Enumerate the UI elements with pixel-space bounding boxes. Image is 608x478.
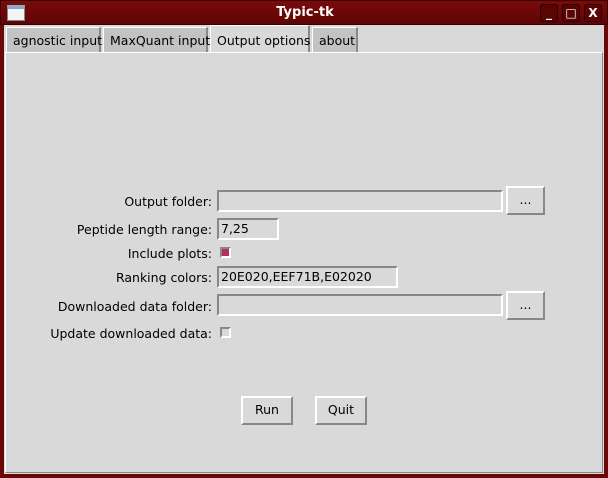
- include-plots-label: Include plots:: [127, 246, 212, 261]
- peptide-length-label: Peptide length range:: [76, 222, 212, 237]
- run-button[interactable]: Run: [241, 396, 293, 425]
- tab-output-options[interactable]: Output options: [210, 25, 310, 53]
- downloaded-folder-browse-button[interactable]: ...: [506, 291, 545, 320]
- title-bar[interactable]: Typic-tk _ □ X: [0, 0, 608, 25]
- tab-agnostic-input[interactable]: agnostic input: [6, 27, 102, 52]
- output-folder-browse-button[interactable]: ...: [506, 186, 545, 215]
- close-button[interactable]: X: [584, 4, 602, 22]
- output-folder-label: Output folder:: [124, 194, 212, 209]
- quit-button[interactable]: Quit: [315, 396, 367, 425]
- tab-maxquant-input[interactable]: MaxQuant input: [103, 27, 210, 52]
- tab-about[interactable]: about: [312, 27, 358, 52]
- peptide-length-input[interactable]: 7,25: [217, 218, 279, 240]
- downloaded-folder-input[interactable]: [217, 294, 503, 316]
- maximize-button[interactable]: □: [562, 4, 580, 22]
- window-title: Typic-tk: [276, 5, 334, 20]
- minimize-button[interactable]: _: [540, 4, 558, 22]
- ranking-colors-label: Ranking colors:: [115, 270, 212, 285]
- output-options-panel: [5, 52, 603, 473]
- ranking-colors-input[interactable]: 20E020,EEF71B,E02020: [217, 266, 398, 288]
- include-plots-checkbox[interactable]: [220, 247, 231, 258]
- output-folder-input[interactable]: [217, 190, 503, 212]
- update-downloaded-checkbox[interactable]: [220, 327, 231, 338]
- downloaded-folder-label: Downloaded data folder:: [57, 299, 212, 314]
- update-downloaded-label: Update downloaded data:: [50, 326, 212, 341]
